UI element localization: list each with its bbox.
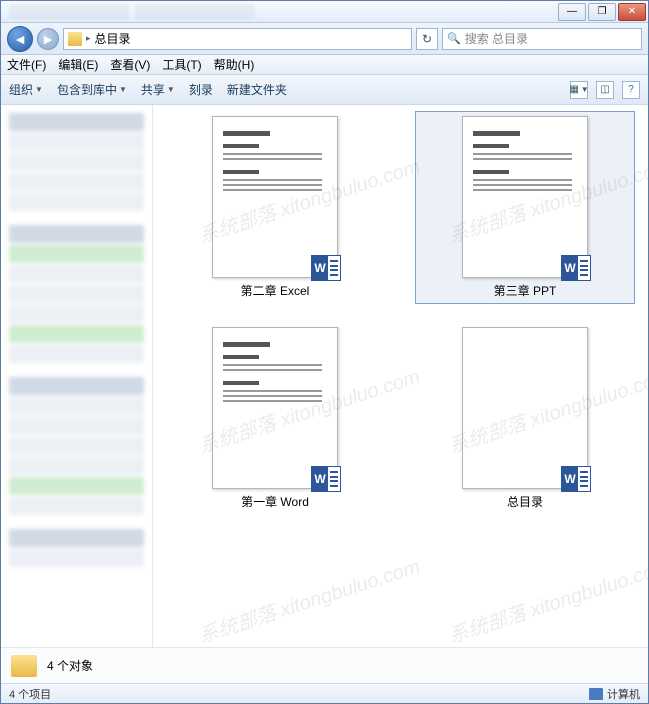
file-item[interactable]: W第二章 Excel	[165, 111, 385, 304]
word-icon: W	[311, 255, 341, 281]
share-button[interactable]: 共享▼	[141, 81, 175, 98]
watermark: 系统部落 xitongbuluo.com	[444, 550, 648, 647]
word-icon: W	[311, 466, 341, 492]
folder-icon	[68, 32, 82, 46]
titlebar: — ❐ ✕	[1, 1, 648, 23]
include-button[interactable]: 包含到库中▼	[57, 81, 127, 98]
newfolder-button[interactable]: 新建文件夹	[227, 81, 287, 98]
status-computer: 计算机	[607, 686, 640, 702]
forward-button[interactable]: ►	[37, 28, 59, 50]
status-items: 4 个项目	[9, 686, 51, 702]
content-area[interactable]: W第二章 ExcelW第三章 PPTW第一章 WordW总目录 系统部落 xit…	[153, 105, 648, 647]
help-button[interactable]: ?	[622, 81, 640, 99]
back-button[interactable]: ◄	[7, 26, 33, 52]
main-area: W第二章 ExcelW第三章 PPTW第一章 WordW总目录 系统部落 xit…	[1, 105, 648, 647]
navbar: ◄ ► ▸ 总目录 ↻ 🔍 搜索 总目录	[1, 23, 648, 55]
menu-tools[interactable]: 工具(T)	[162, 56, 201, 73]
word-icon: W	[561, 255, 591, 281]
file-label: 第一章 Word	[241, 493, 309, 510]
watermark: 系统部落 xitongbuluo.com	[194, 550, 423, 647]
statusbar: 4 个项目 计算机	[1, 683, 648, 703]
close-button[interactable]: ✕	[618, 3, 646, 21]
file-thumbnail: W	[212, 327, 338, 489]
file-item[interactable]: W第一章 Word	[165, 322, 385, 515]
menubar: 文件(F) 编辑(E) 查看(V) 工具(T) 帮助(H)	[1, 55, 648, 75]
file-label: 总目录	[507, 493, 543, 510]
details-pane: 4 个对象	[1, 647, 648, 683]
search-icon: 🔍	[447, 32, 461, 45]
file-label: 第三章 PPT	[494, 282, 557, 299]
menu-view[interactable]: 查看(V)	[110, 56, 150, 73]
view-mode-button[interactable]: ▦▼	[570, 81, 588, 99]
file-label: 第二章 Excel	[241, 282, 310, 299]
breadcrumb-folder[interactable]: 总目录	[95, 30, 131, 47]
file-item[interactable]: W第三章 PPT	[415, 111, 635, 304]
menu-help[interactable]: 帮助(H)	[214, 56, 255, 73]
explorer-window: — ❐ ✕ ◄ ► ▸ 总目录 ↻ 🔍 搜索 总目录 文件(F) 编辑(E) 查…	[0, 0, 649, 704]
chevron-right-icon: ▸	[86, 33, 91, 44]
search-input[interactable]: 🔍 搜索 总目录	[442, 28, 642, 50]
details-count: 4 个对象	[47, 657, 93, 674]
preview-pane-button[interactable]: ◫	[596, 81, 614, 99]
sidebar[interactable]	[1, 105, 153, 647]
burn-button[interactable]: 刻录	[189, 81, 213, 98]
file-item[interactable]: W 总目录	[415, 322, 635, 515]
organize-button[interactable]: 组织▼	[9, 81, 43, 98]
minimize-button[interactable]: —	[558, 3, 586, 21]
refresh-button[interactable]: ↻	[416, 28, 438, 50]
toolbar: 组织▼ 包含到库中▼ 共享▼ 刻录 新建文件夹 ▦▼ ◫ ?	[1, 75, 648, 105]
breadcrumb[interactable]: ▸ 总目录	[63, 28, 412, 50]
word-icon: W	[561, 466, 591, 492]
window-controls: — ❐ ✕	[556, 3, 646, 21]
maximize-button[interactable]: ❐	[588, 3, 616, 21]
file-thumbnail: W	[462, 116, 588, 278]
computer-icon	[589, 688, 603, 700]
menu-edit[interactable]: 编辑(E)	[58, 56, 98, 73]
search-placeholder: 搜索 总目录	[465, 30, 528, 47]
folder-icon	[11, 655, 37, 677]
file-thumbnail: W	[212, 116, 338, 278]
file-thumbnail: W	[462, 327, 588, 489]
menu-file[interactable]: 文件(F)	[7, 56, 46, 73]
